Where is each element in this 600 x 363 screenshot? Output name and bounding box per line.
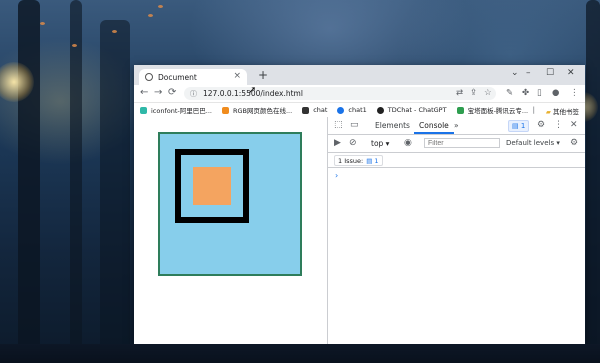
console-settings-icon[interactable]: ⚙ bbox=[570, 138, 578, 148]
taskbar-strip bbox=[0, 344, 600, 363]
clear-console-icon[interactable]: ⊘ bbox=[349, 138, 357, 148]
context-selector[interactable]: top ▾ bbox=[371, 139, 389, 148]
chat-icon bbox=[302, 106, 310, 114]
reload-button[interactable]: ⟳ bbox=[168, 87, 176, 98]
profile-icon[interactable]: ● bbox=[552, 88, 559, 98]
console-prompt[interactable]: › bbox=[335, 171, 338, 180]
back-button[interactable]: ← bbox=[140, 87, 148, 98]
active-tab-indicator bbox=[414, 132, 454, 134]
address-bar[interactable]: ⓘ 127.0.0.1:5500/index.html bbox=[184, 87, 496, 100]
bookmarks-bar: iconfont-阿里巴巴... RGB网页颜色在线... chat chat1… bbox=[134, 103, 585, 118]
folder-icon: ▰ bbox=[545, 108, 551, 116]
bookmark-baota[interactable]: 宝塔面板-腾讯云专... bbox=[456, 105, 528, 115]
sidepanel-icon[interactable]: ▯ bbox=[537, 88, 542, 98]
bookmark-iconfont[interactable]: iconfont-阿里巴巴... bbox=[140, 105, 212, 115]
message-icon: ▤ bbox=[512, 122, 519, 130]
bookmark-rgb[interactable]: RGB网页颜色在线... bbox=[221, 105, 292, 115]
extension-icon[interactable]: ✎ bbox=[506, 88, 513, 98]
tdchat-icon bbox=[376, 106, 384, 114]
tab-title: Document bbox=[158, 72, 197, 82]
bookmark-tdchat[interactable]: TDChat - ChatGPT bbox=[376, 106, 447, 114]
black-frame-box bbox=[175, 149, 249, 223]
tab-console[interactable]: Console bbox=[419, 121, 449, 130]
site-info-icon[interactable]: ⓘ bbox=[190, 89, 197, 99]
issues-badge[interactable]: ▤ 1 bbox=[508, 120, 530, 132]
page-viewport bbox=[134, 117, 327, 344]
chevron-down-icon[interactable]: ⌄ bbox=[511, 68, 519, 78]
issues-pill[interactable]: 1 Issue: ▤ 1 bbox=[334, 155, 383, 166]
sidebar-toggle-icon[interactable]: ▶ bbox=[334, 138, 341, 148]
bookmark-chat1[interactable]: chat1 bbox=[337, 106, 367, 114]
tab-document[interactable]: Document × bbox=[139, 69, 247, 85]
issues-row: 1 Issue: ▤ 1 bbox=[328, 153, 585, 168]
iconfont-icon bbox=[140, 106, 147, 114]
filter-input[interactable] bbox=[424, 138, 500, 148]
share-icon[interactable]: ⇪ bbox=[470, 88, 477, 98]
chat1-icon bbox=[337, 106, 345, 114]
device-toolbar-icon[interactable]: ▭ bbox=[350, 120, 359, 130]
mouse-cursor-icon: ➚ bbox=[248, 85, 257, 96]
browser-window: Document × + ⌄ – ☐ ✕ ← → ⟳ ⓘ 127.0.0.1:5… bbox=[134, 65, 585, 344]
translate-icon[interactable]: ⇄ bbox=[456, 88, 463, 98]
close-window-button[interactable]: ✕ bbox=[567, 68, 575, 78]
separator: | bbox=[532, 106, 535, 114]
close-tab-icon[interactable]: × bbox=[233, 71, 241, 81]
browser-toolbar: ← → ⟳ ⓘ 127.0.0.1:5500/index.html ➚ ⇄ ⇪ … bbox=[134, 85, 585, 103]
console-toolbar: ▶ ⊘ top ▾ ◉ Default levels ▾ ⚙ bbox=[328, 135, 585, 153]
other-bookmarks[interactable]: ▰ 其他书签 bbox=[546, 106, 579, 116]
menu-icon[interactable]: ⋮ bbox=[570, 88, 579, 98]
log-levels-dropdown[interactable]: Default levels ▾ bbox=[506, 139, 560, 147]
devtools-panel: ⬚ ▭ Elements Console » ▤ 1 ⚙ ⋮ ✕ ▶ ⊘ top… bbox=[327, 117, 585, 344]
tab-elements[interactable]: Elements bbox=[375, 121, 410, 130]
baota-icon bbox=[456, 106, 464, 114]
close-devtools-icon[interactable]: ✕ bbox=[570, 120, 578, 130]
minimize-button[interactable]: – bbox=[526, 68, 531, 78]
more-options-icon[interactable]: ⋮ bbox=[554, 120, 563, 130]
title-bar: Document × + ⌄ – ☐ ✕ bbox=[134, 65, 585, 85]
eye-icon[interactable]: ◉ bbox=[404, 138, 412, 148]
globe-icon bbox=[145, 73, 153, 81]
bookmark-chat[interactable]: chat bbox=[302, 106, 327, 114]
issue-count: ▤ 1 bbox=[366, 156, 379, 165]
rgb-icon bbox=[221, 106, 229, 114]
inner-orange-box bbox=[193, 167, 231, 205]
inspect-icon[interactable]: ⬚ bbox=[334, 120, 343, 130]
devtools-tabbar: ⬚ ▭ Elements Console » ▤ 1 ⚙ ⋮ ✕ bbox=[328, 117, 585, 135]
maximize-button[interactable]: ☐ bbox=[546, 68, 554, 78]
forward-button[interactable]: → bbox=[154, 87, 162, 98]
outer-box bbox=[158, 132, 302, 276]
more-tabs-icon[interactable]: » bbox=[454, 121, 459, 130]
settings-gear-icon[interactable]: ⚙ bbox=[537, 120, 545, 130]
new-tab-button[interactable]: + bbox=[258, 68, 268, 82]
puzzle-icon[interactable]: ✤ bbox=[522, 88, 529, 98]
star-icon[interactable]: ☆ bbox=[484, 88, 492, 98]
